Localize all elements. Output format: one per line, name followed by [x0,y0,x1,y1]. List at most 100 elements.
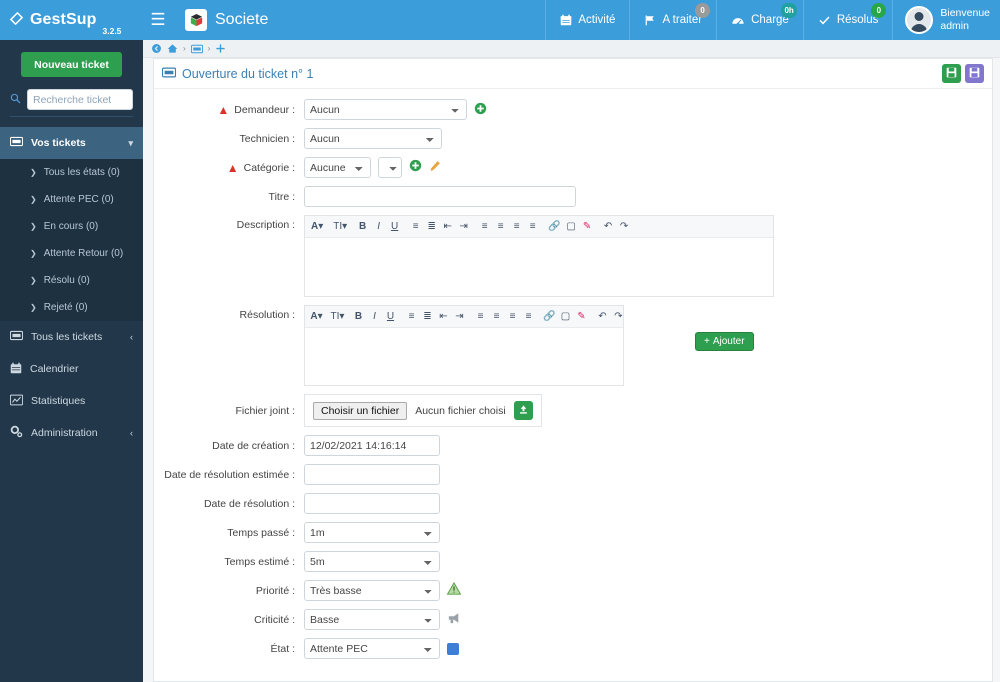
underline-icon[interactable]: U [383,307,398,327]
new-ticket-button[interactable]: Nouveau ticket [21,52,122,77]
align-left-icon[interactable]: ≡ [477,217,492,237]
link-icon[interactable]: 🔗 [546,217,562,237]
description-toolbar: A ▾ TI▾ B I U ≡ ≣ ⇤ ⇥ ≡ ≡ ≡ ≡ 🔗 ▢ ✎ ↶ ↷ [305,216,773,238]
field-row-categorie: ▲ Catégorie : Aucune [154,157,992,178]
add-categorie-plus-circle-icon[interactable] [409,159,422,177]
indent-icon[interactable]: ⇥ [456,217,471,237]
undo-icon[interactable]: ↶ [601,217,616,237]
user-menu[interactable]: Bienvenue admin [892,0,1000,40]
demandeur-select[interactable]: Aucun [304,99,467,120]
sidebar-item-label: Statistiques [31,395,86,407]
description-input[interactable] [305,238,773,296]
sidebar-item-vos-tickets[interactable]: Vos tickets ▾ [0,127,143,159]
chevron-right-icon: ❯ [30,168,37,177]
save-button[interactable] [942,64,961,83]
nav-item-resolus[interactable]: Résolus 0 [802,0,893,40]
undo-icon[interactable]: ↶ [595,307,610,327]
sidebar-item-calendrier[interactable]: Calendrier [0,353,143,385]
search-input[interactable] [27,89,133,110]
plus-icon[interactable] [215,43,226,54]
choose-file-button[interactable]: Choisir un fichier [313,401,408,420]
resolution-input[interactable] [305,328,623,385]
breadcrumb-separator: › [207,44,211,53]
back-icon[interactable] [151,43,162,54]
categorie-label: Catégorie : [243,161,295,174]
brand-block[interactable]: GestSup 3.2.5 [0,0,143,40]
bold-icon[interactable]: B [355,217,370,237]
upload-button[interactable] [513,401,533,420]
add-demandeur-plus-circle-icon[interactable] [474,102,487,117]
sidebar-item-statistiques[interactable]: Statistiques [0,385,143,417]
ticket-icon[interactable] [190,44,203,54]
chevron-right-icon: ❯ [30,195,37,204]
align-right-icon[interactable]: ≡ [509,217,524,237]
gauge-icon [731,14,745,26]
image-icon[interactable]: ▢ [564,217,579,237]
align-justify-icon[interactable]: ≡ [521,307,536,327]
nav-label: Activité [578,14,616,26]
sidebar-item-administration[interactable]: Administration ‹ [0,417,143,449]
outdent-icon[interactable]: ⇤ [440,217,455,237]
font-size-icon[interactable]: TI▾ [331,217,349,237]
file-upload-box: Choisir un fichier Aucun fichier choisi [304,394,542,427]
align-justify-icon[interactable]: ≡ [525,217,540,237]
nav-item-activite[interactable]: Activité [545,0,629,40]
sidebar-subitem-tous-les-etats[interactable]: ❯ Tous les états (0) [0,159,143,186]
chevron-left-icon: ‹ [130,428,133,438]
date-creation-input[interactable] [304,435,440,456]
numbered-list-icon[interactable]: ≣ [420,307,435,327]
numbered-list-icon[interactable]: ≣ [424,217,439,237]
sidebar-subitem-resolu[interactable]: ❯ Résolu (0) [0,267,143,294]
outdent-icon[interactable]: ⇤ [436,307,451,327]
temps-passe-select[interactable]: 1m [304,522,440,543]
align-center-icon[interactable]: ≡ [489,307,504,327]
home-icon[interactable] [167,43,178,54]
bold-icon[interactable]: B [351,307,366,327]
highlighter-icon[interactable]: ✎ [574,307,589,327]
temps-estime-select[interactable]: 5m [304,551,440,572]
add-button[interactable]: + Ajouter [695,332,754,351]
font-color-icon[interactable]: A ▾ [309,307,324,327]
sidebar-search[interactable] [10,89,133,117]
titre-label: Titre : [268,190,295,203]
etat-select[interactable]: Attente PEC [304,638,440,659]
link-icon[interactable]: 🔗 [542,307,557,327]
underline-icon[interactable]: U [387,217,402,237]
align-left-icon[interactable]: ≡ [473,307,488,327]
menu-toggle-hamburger-icon[interactable]: ☰ [143,0,173,40]
highlighter-icon[interactable]: ✎ [580,217,595,237]
align-right-icon[interactable]: ≡ [505,307,520,327]
nav-item-charge[interactable]: Charge 0h [716,0,803,40]
font-color-icon[interactable]: A ▾ [309,217,325,237]
image-icon[interactable]: ▢ [558,307,573,327]
sidebar-subitem-en-cours[interactable]: ❯ En cours (0) [0,213,143,240]
technicien-select[interactable]: Aucun [304,128,442,149]
nav-item-a-traiter[interactable]: A traiter 0 [629,0,716,40]
criticite-label: Criticité : [254,613,295,626]
sidebar-subitem-attente-pec[interactable]: ❯ Attente PEC (0) [0,186,143,213]
priorite-select[interactable]: Très basse [304,580,440,601]
sidebar-subitem-label: Tous les états (0) [43,167,120,178]
bullet-list-icon[interactable]: ≡ [404,307,419,327]
sous-categorie-select[interactable] [378,157,402,178]
sidebar-item-tous-les-tickets[interactable]: Tous les tickets ‹ [0,321,143,353]
font-size-icon[interactable]: TI▾ [330,307,345,327]
date-resolution-input[interactable] [304,493,440,514]
categorie-select[interactable]: Aucune [304,157,371,178]
check-icon [818,14,831,26]
sidebar-subitem-rejete[interactable]: ❯ Rejeté (0) [0,294,143,321]
edit-categorie-pencil-icon[interactable] [429,159,441,177]
indent-icon[interactable]: ⇥ [452,307,467,327]
date-resolution-estimee-input[interactable] [304,464,440,485]
redo-icon[interactable]: ↷ [611,307,626,327]
redo-icon[interactable]: ↷ [617,217,632,237]
align-center-icon[interactable]: ≡ [493,217,508,237]
titre-input[interactable] [304,186,576,207]
italic-icon[interactable]: I [367,307,382,327]
criticite-select[interactable]: Basse [304,609,440,630]
bullet-list-icon[interactable]: ≡ [408,217,423,237]
italic-icon[interactable]: I [371,217,386,237]
sidebar-subitem-attente-retour[interactable]: ❯ Attente Retour (0) [0,240,143,267]
demandeur-label-group: ▲ Demandeur : [154,104,304,116]
save-and-close-button[interactable] [965,64,984,83]
